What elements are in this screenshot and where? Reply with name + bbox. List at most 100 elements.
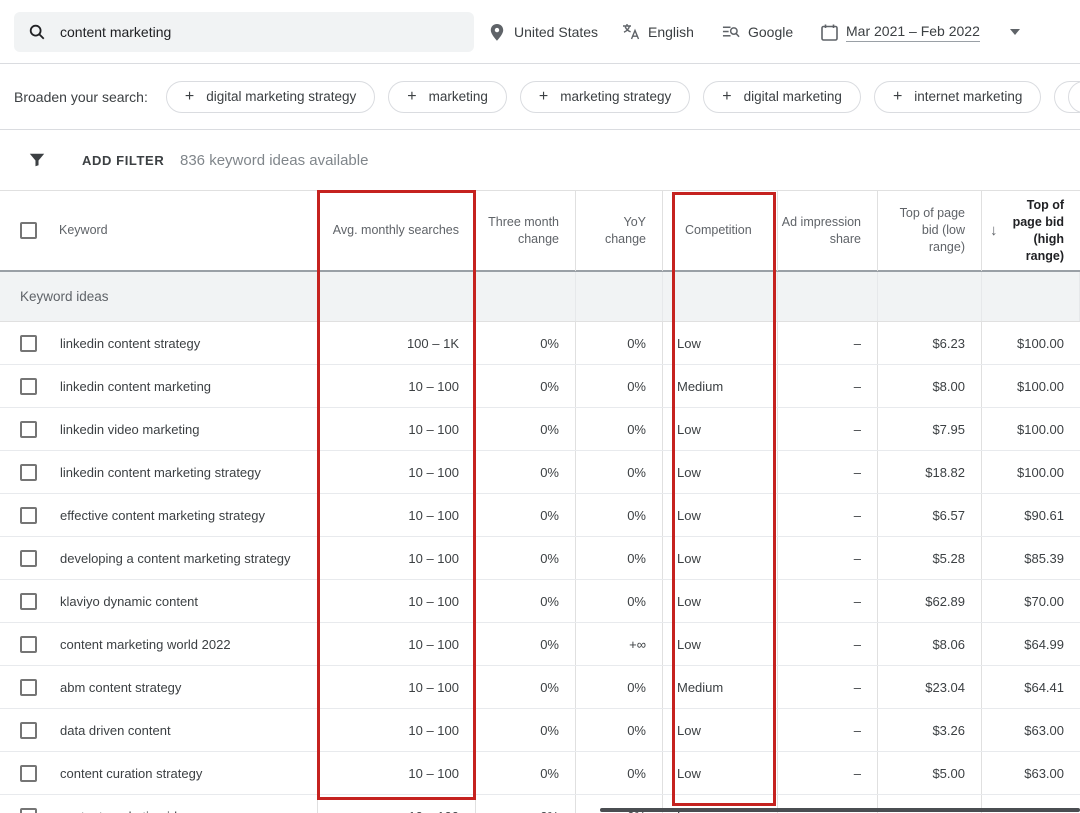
row-checkbox[interactable]: [20, 421, 37, 438]
bid-low-cell: $8.00: [878, 365, 982, 407]
header-top-page-bid-high[interactable]: ↓ Top of page bid (high range): [982, 191, 1080, 271]
keyword-text: linkedin video marketing: [60, 422, 199, 437]
keyword-text: data driven content: [60, 723, 171, 738]
header-three-month-change[interactable]: Three month change: [476, 191, 576, 271]
competition-cell: Low: [663, 322, 778, 364]
table-row: linkedin content marketing strategy 10 – …: [0, 451, 1080, 494]
select-all-checkbox[interactable]: [20, 222, 37, 239]
bid-high-cell: $85.39: [982, 537, 1080, 579]
table-row: content marketing world 202210 – 1000%+∞…: [0, 623, 1080, 666]
keyword-text: content curation strategy: [60, 766, 202, 781]
three-month-cell: 0%: [476, 623, 576, 665]
bid-low-cell: $5.00: [878, 752, 982, 794]
keyword-text: linkedin content strategy: [60, 336, 200, 351]
date-range-selector[interactable]: Mar 2021 – Feb 2022: [820, 0, 1020, 64]
location-selector[interactable]: United States: [488, 0, 598, 64]
table-row: linkedin content marketing10 – 1000%0%Me…: [0, 365, 1080, 408]
broaden-chip[interactable]: +digital marketing strategy: [166, 81, 375, 113]
table-row: content curation strategy10 – 1000%0%Low…: [0, 752, 1080, 795]
row-checkbox[interactable]: [20, 464, 37, 481]
row-checkbox[interactable]: [20, 593, 37, 610]
ad-impression-cell: –: [778, 322, 878, 364]
keyword-text: linkedin content marketing strategy: [60, 465, 261, 480]
broaden-chip[interactable]: + marketing strategy: [520, 81, 690, 113]
filter-funnel-icon[interactable]: [28, 151, 46, 169]
chip-label: marketing: [429, 89, 488, 104]
competition-cell: Low: [663, 494, 778, 536]
search-icon: [28, 23, 46, 41]
keyword-cell: linkedin content marketing: [0, 365, 318, 407]
bid-low-cell: $62.89: [878, 580, 982, 622]
three-month-cell: 0%: [476, 580, 576, 622]
header-avg-monthly-searches[interactable]: Avg. monthly searches: [318, 191, 476, 271]
keyword-cell: linkedin content marketing strategy: [0, 451, 318, 493]
header-yoy-change[interactable]: YoY change: [576, 191, 663, 271]
bid-low-cell: $3.26: [878, 709, 982, 751]
broaden-chips: +digital marketing strategy+marketing+ma…: [166, 81, 1080, 113]
table-row: abm content strategy10 – 1000%0%Medium–$…: [0, 666, 1080, 709]
ad-impression-cell: –: [778, 494, 878, 536]
competition-cell: Low: [663, 709, 778, 751]
table-row: linkedin video marketing10 – 1000%0%Low–…: [0, 408, 1080, 451]
row-checkbox[interactable]: [20, 679, 37, 696]
language-selector[interactable]: English: [622, 0, 694, 64]
row-checkbox[interactable]: [20, 765, 37, 782]
avg-cell: 10 – 100: [318, 408, 476, 450]
row-checkbox[interactable]: [20, 550, 37, 567]
ad-impression-cell: –: [778, 666, 878, 708]
avg-cell: 10 – 100: [318, 451, 476, 493]
row-checkbox[interactable]: [20, 808, 37, 813]
keyword-text: linkedin content marketing: [60, 379, 211, 394]
bid-low-cell: $7.95: [878, 408, 982, 450]
row-checkbox[interactable]: [20, 335, 37, 352]
keyword-cell: linkedin content strategy: [0, 322, 318, 364]
broaden-chip[interactable]: +internet marketing: [874, 81, 1041, 113]
broaden-label: Broaden your search:: [14, 89, 148, 105]
yoy-cell: +∞: [576, 623, 663, 665]
keyword-cell: effective content marketing strategy: [0, 494, 318, 536]
three-month-cell: 0%: [476, 666, 576, 708]
competition-cell: Low: [663, 580, 778, 622]
date-range-label: Mar 2021 – Feb 2022: [846, 23, 980, 42]
ad-impression-cell: –: [778, 752, 878, 794]
competition-cell: Low: [663, 451, 778, 493]
row-checkbox[interactable]: [20, 378, 37, 395]
yoy-cell: 0%: [576, 709, 663, 751]
ideas-count-text: 836 keyword ideas available: [180, 152, 368, 169]
section-label: Keyword ideas: [0, 272, 318, 321]
competition-cell: Medium: [663, 666, 778, 708]
three-month-cell: 0%: [476, 709, 576, 751]
yoy-cell: 0%: [576, 408, 663, 450]
header-bid-high-label: Top of page bid (high range): [1006, 197, 1065, 265]
broaden-chip[interactable]: +marketing: [388, 81, 507, 113]
avg-cell: 10 – 100: [318, 795, 476, 813]
yoy-cell: 0%: [576, 666, 663, 708]
ad-impression-cell: –: [778, 408, 878, 450]
broaden-chip[interactable]: +digital marketing: [703, 81, 861, 113]
bid-low-cell: $5.28: [878, 537, 982, 579]
row-checkbox[interactable]: [20, 722, 37, 739]
keyword-text: effective content marketing strategy: [60, 508, 265, 523]
keyword-text: abm content strategy: [60, 680, 181, 695]
row-checkbox[interactable]: [20, 507, 37, 524]
keyword-table: Keyword Avg. monthly searches Three mont…: [0, 190, 1080, 813]
row-checkbox[interactable]: [20, 636, 37, 653]
header-competition[interactable]: Competition: [663, 191, 778, 271]
header-top-page-bid-low[interactable]: Top of page bid (low range): [878, 191, 982, 271]
horizontal-scrollbar[interactable]: [600, 808, 1080, 812]
keyword-search-input[interactable]: content marketing: [14, 12, 474, 52]
table-row: data driven content10 – 1000%0%Low–$3.26…: [0, 709, 1080, 752]
plus-icon: +: [893, 88, 902, 106]
network-selector[interactable]: Google: [722, 0, 793, 64]
bid-high-cell: $100.00: [982, 408, 1080, 450]
add-filter-button[interactable]: ADD FILTER: [82, 153, 164, 168]
header-keyword[interactable]: Keyword: [0, 191, 318, 271]
chip-label: marketing strategy: [560, 89, 671, 104]
plus-icon: +: [539, 88, 548, 106]
avg-cell: 10 – 100: [318, 709, 476, 751]
chevron-down-icon[interactable]: [1010, 29, 1020, 35]
avg-cell: 10 – 100: [318, 580, 476, 622]
bid-high-cell: $64.99: [982, 623, 1080, 665]
header-ad-impression-share[interactable]: Ad impression share: [778, 191, 878, 271]
plus-icon: +: [722, 88, 731, 106]
